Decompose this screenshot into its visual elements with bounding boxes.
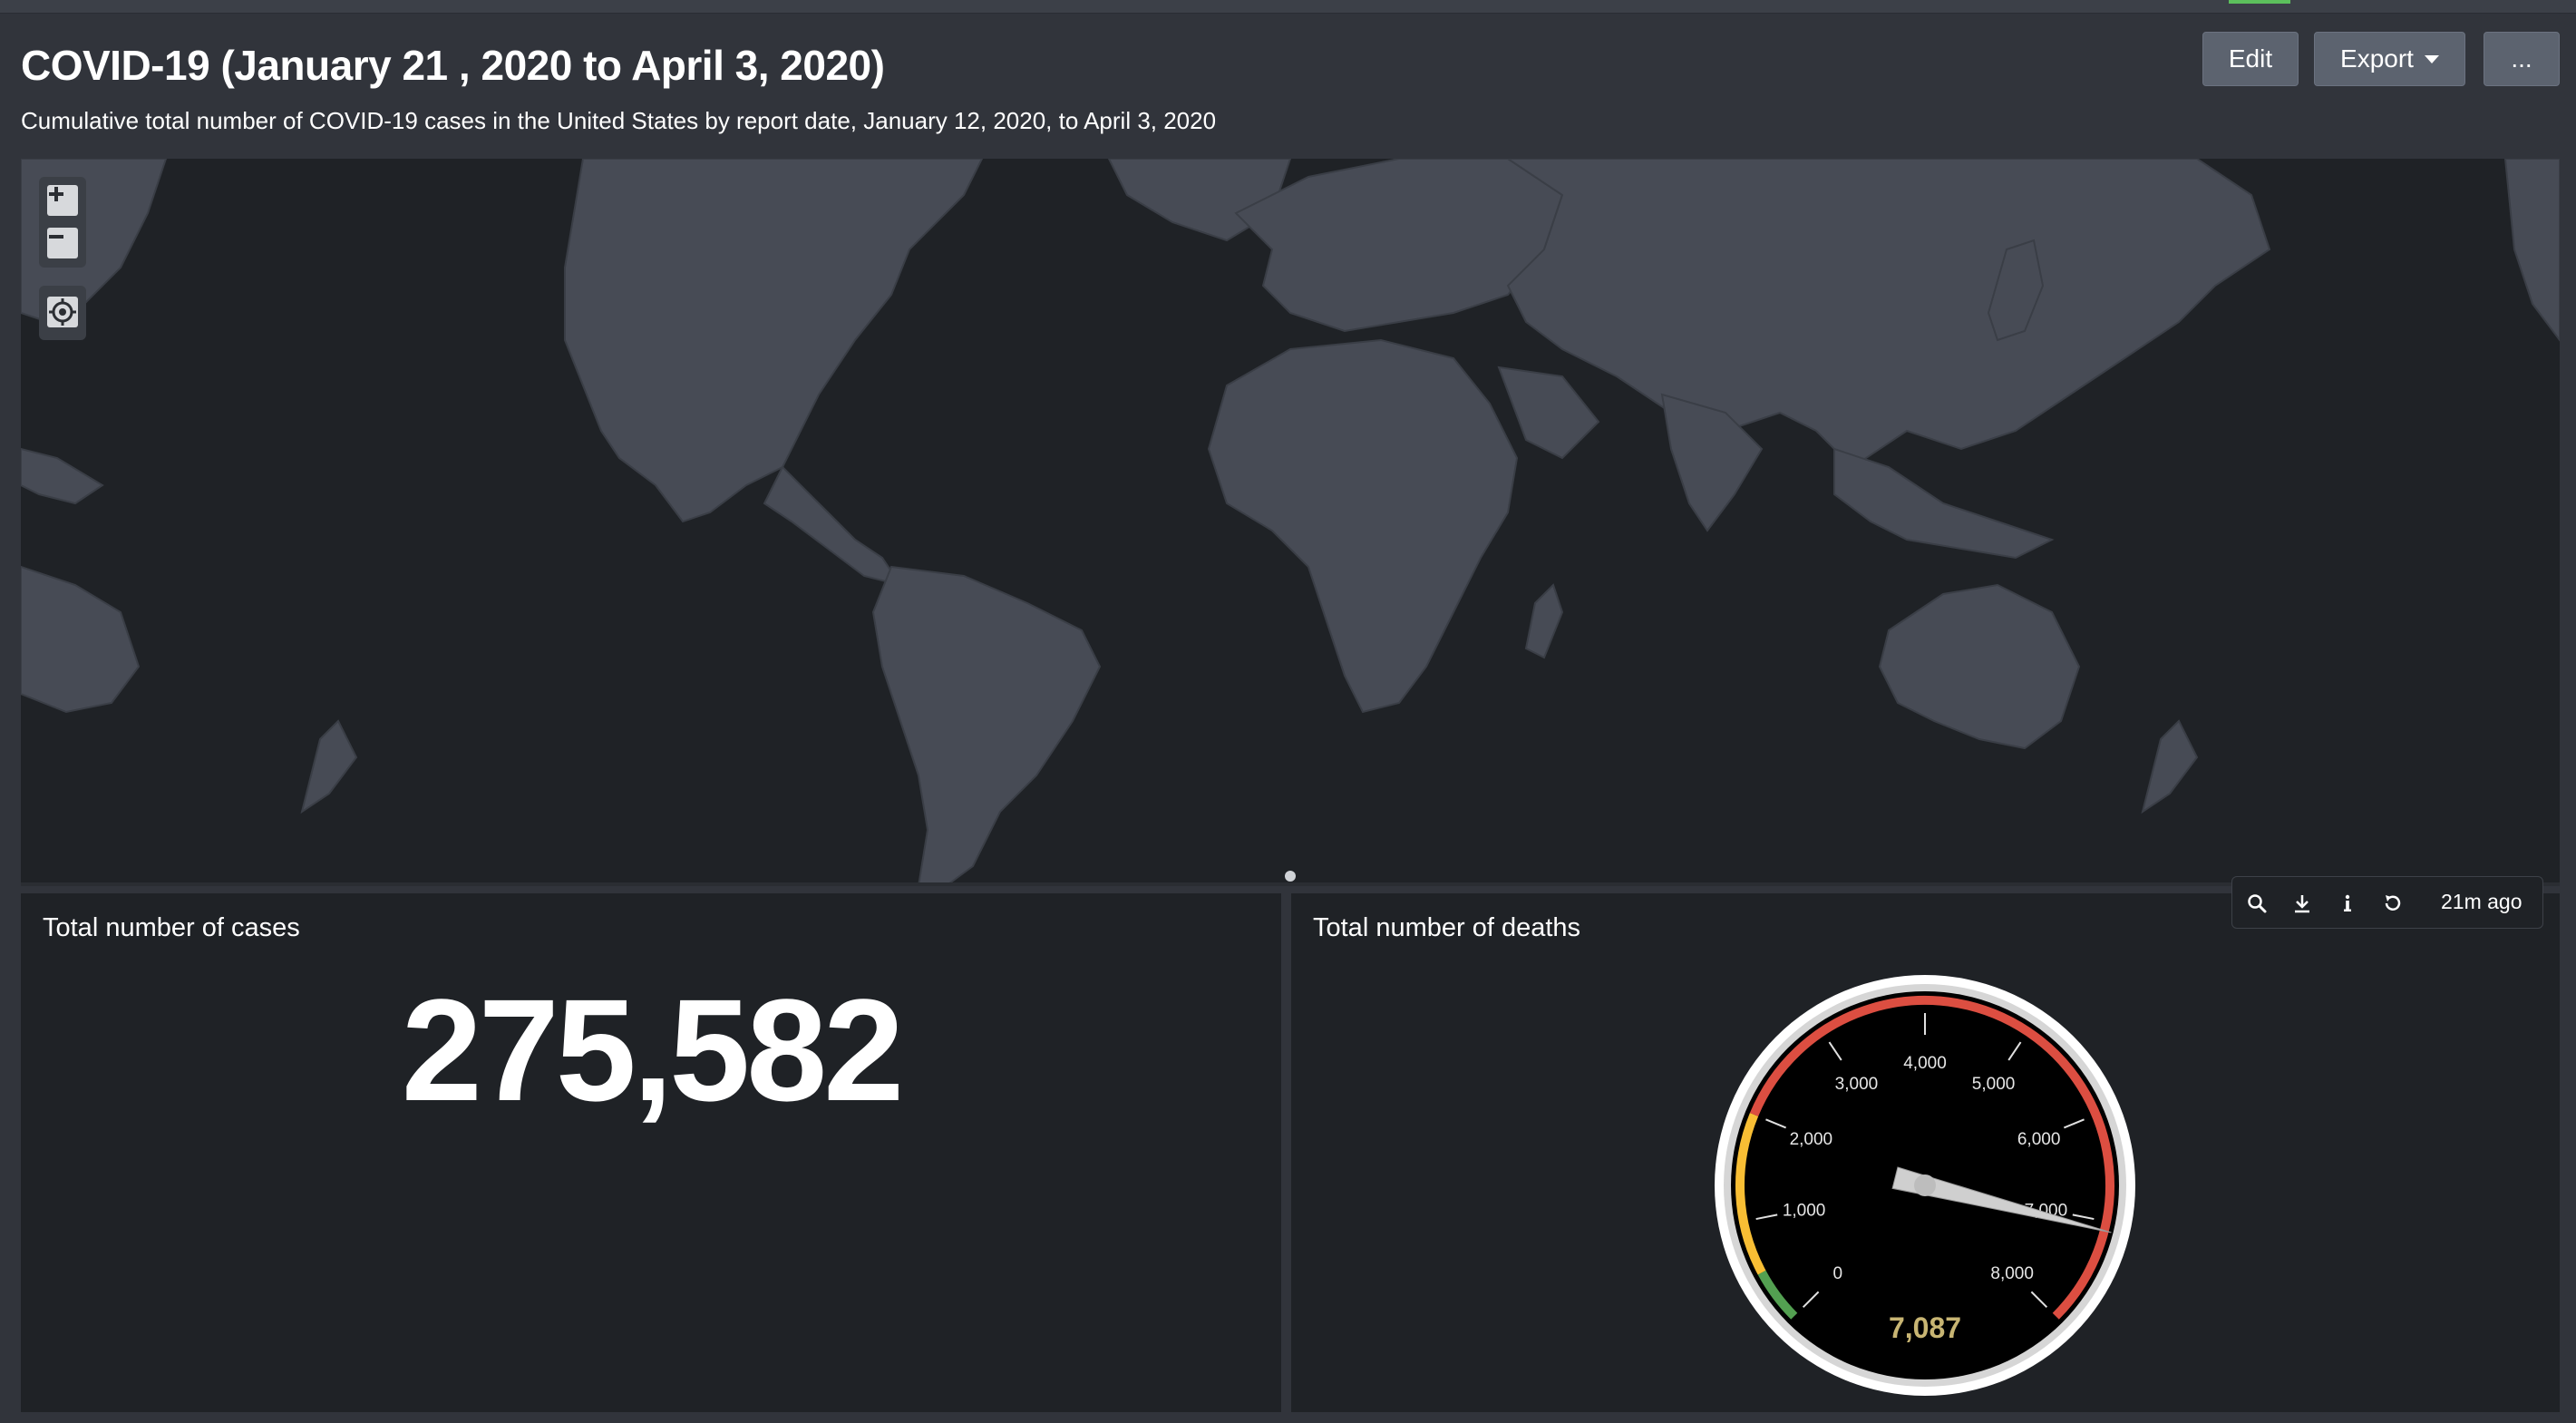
land-central-america [763, 465, 903, 587]
land-north-america [564, 159, 984, 523]
land-asia [1506, 159, 2271, 469]
caret-down-icon [2424, 54, 2439, 63]
top-nav-strip [0, 0, 2576, 14]
land-right-americas [2503, 159, 2560, 342]
zoom-in-button[interactable] [47, 185, 78, 216]
more-actions-label: ... [2511, 44, 2532, 73]
more-actions-button[interactable]: ... [2484, 32, 2560, 86]
gauge-group: 01,0002,0003,0004,0005,0006,0007,0008,00… [1715, 975, 2135, 1396]
gauge-tick-label: 1,000 [1783, 1202, 1826, 1221]
resize-handle[interactable] [1285, 871, 1296, 882]
gauge-tick-label: 8,000 [1990, 1264, 2034, 1283]
gauge-value: 7,087 [1889, 1311, 1961, 1344]
panel-toolbar: 21m ago [2231, 876, 2543, 929]
deaths-gauge: 01,0002,0003,0004,0005,0006,0007,0008,00… [1715, 975, 2135, 1396]
land-left-australia [21, 565, 141, 714]
land-australia [1878, 583, 2081, 750]
land-europe [1234, 159, 1564, 333]
export-results-button[interactable] [2289, 890, 2316, 917]
gauge-hub [1914, 1174, 1936, 1196]
gauge-tick-label: 3,000 [1835, 1075, 1879, 1094]
plus-icon [49, 187, 63, 201]
info-icon [2344, 894, 2351, 911]
edit-button[interactable]: Edit [2202, 32, 2299, 86]
zoom-controls [39, 177, 86, 268]
cases-panel-title: Total number of cases [43, 913, 300, 942]
land-south-america [871, 565, 1102, 886]
land-southeast-asia [1833, 447, 2055, 560]
locate-control [39, 286, 86, 340]
minus-icon [49, 235, 63, 239]
search-icon [2248, 894, 2267, 913]
land-left-indonesia [21, 447, 104, 505]
land-africa [1207, 338, 1519, 714]
edit-button-label: Edit [2228, 44, 2273, 73]
cases-panel: Total number of cases 275,582 [21, 893, 1281, 1412]
inspect-button[interactable] [2334, 890, 2361, 917]
refresh-button[interactable] [2379, 890, 2406, 917]
active-indicator [2229, 0, 2290, 4]
refresh-icon [2385, 895, 2401, 911]
world-map[interactable] [21, 159, 2560, 886]
cases-single-value: 275,582 [401, 969, 904, 1131]
gauge-tick-label: 2,000 [1790, 1130, 1833, 1149]
land-new-zealand [2141, 719, 2199, 814]
land-arabia [1497, 365, 1600, 460]
export-button[interactable]: Export [2314, 32, 2465, 86]
world-map-graphic [21, 159, 2560, 886]
dashboard-subtitle: Cumulative total number of COVID-19 case… [21, 107, 1217, 134]
last-refreshed-time: 21m ago [2441, 890, 2523, 913]
dashboard-title: COVID-19 (January 21 , 2020 to April 3, … [21, 42, 885, 89]
zoom-out-button[interactable] [47, 228, 78, 258]
gauge-tick-label: 5,000 [1972, 1075, 2016, 1094]
export-button-label: Export [2340, 44, 2414, 73]
download-icon [2295, 895, 2309, 913]
dashboard-header: COVID-19 (January 21 , 2020 to April 3, … [0, 14, 2576, 159]
land-madagascar [1524, 583, 1564, 659]
search-button[interactable] [2243, 890, 2270, 917]
gauge-tick-label: 4,000 [1903, 1054, 1947, 1073]
deaths-panel: Total number of deaths 0 1,000 2,000 3,000 4… [1291, 893, 2560, 1412]
gauge-tick-label: 0 [1833, 1264, 1843, 1283]
gauge-tick-label: 6,000 [2017, 1130, 2061, 1149]
reset-view-button[interactable] [47, 297, 78, 327]
panel-splitter [21, 882, 2560, 886]
crosshair-icon [49, 298, 76, 326]
land-left-nz [300, 719, 358, 814]
